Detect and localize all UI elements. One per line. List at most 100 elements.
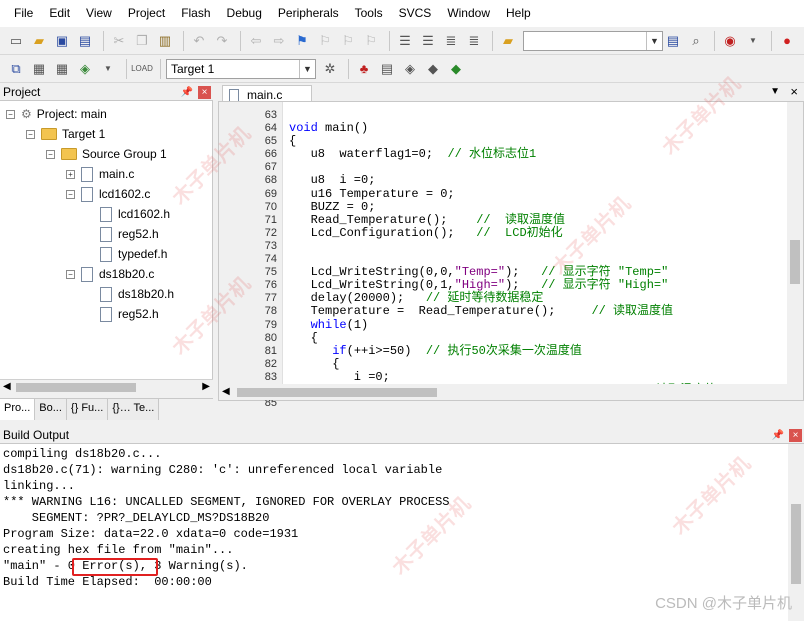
undo-icon[interactable]: ↶ [189, 31, 209, 51]
close-editor-icon[interactable]: × [790, 84, 798, 99]
tree-node[interactable]: − ds18b20.c [66, 265, 154, 283]
menu-item-flash[interactable]: Flash [173, 0, 218, 27]
open-folder-icon[interactable]: ▰ [29, 31, 49, 51]
code-line[interactable]: u8 waterflag1=0; // 水位标志位1 [289, 148, 716, 161]
pin-icon[interactable]: 📌 [181, 84, 193, 101]
target-select[interactable]: Target 1 ▼ [166, 58, 316, 79]
expand-icon[interactable]: + [66, 169, 75, 179]
rebuild-icon[interactable]: ▦ [52, 59, 72, 79]
file-extensions-icon[interactable]: ▤ [377, 59, 397, 79]
code-line[interactable]: if(++i>=50) // 执行50次采集一次温度值 [289, 344, 716, 358]
code-editor[interactable]: 63 64 65 66 67 68 69 70 71 72 73 74 75 76 77 78 79 80 81 82… [218, 101, 804, 409]
incremental-find-icon[interactable]: ▤ [663, 31, 683, 51]
tab-list-dropdown-icon[interactable]: ▼ [770, 86, 780, 97]
tree-node[interactable]: − Source Group 1 [46, 145, 167, 163]
menu-item-view[interactable]: View [78, 0, 120, 27]
copy-icon[interactable]: ❐ [132, 31, 152, 51]
editor-hscrollbar[interactable]: ◀ [219, 384, 787, 400]
code-line[interactable]: u8 i =0; [289, 174, 716, 187]
clear-bookmarks-icon[interactable]: ⚐ [361, 31, 381, 51]
tree-node[interactable]: lcd1602.h [100, 205, 170, 223]
tab-books[interactable]: Bo... [35, 399, 67, 420]
collapse-icon[interactable]: − [6, 109, 15, 119]
pack-installer-icon[interactable]: ◈ [400, 59, 420, 79]
nav-forward-icon[interactable]: ⇨ [269, 31, 289, 51]
menu-item-help[interactable]: Help [498, 0, 539, 27]
menu-item-svcs[interactable]: SVCS [391, 0, 440, 27]
paste-icon[interactable]: ▥ [155, 31, 175, 51]
scroll-left-icon[interactable]: ◀ [222, 386, 230, 397]
scroll-right-icon[interactable]: ▶ [202, 381, 210, 392]
save-all-icon[interactable]: ▤ [75, 31, 95, 51]
project-hscrollbar[interactable]: ◀ ▶ [0, 379, 213, 395]
menu-item-window[interactable]: Window [439, 0, 498, 27]
menu-item-file[interactable]: File [6, 0, 41, 27]
tab-project[interactable]: Pro... [0, 399, 36, 420]
tab-templates[interactable]: {}… Te... [108, 399, 160, 420]
tree-node[interactable]: reg52.h [100, 225, 159, 243]
scroll-thumb[interactable] [790, 240, 800, 284]
manage-components-icon[interactable]: ♣ [354, 59, 374, 79]
code-line[interactable]: Temperature = Read_Temperature(); // 读取温… [289, 305, 716, 318]
tree-node[interactable]: + main.c [66, 165, 134, 183]
redo-icon[interactable]: ↷ [212, 31, 232, 51]
code-line[interactable]: void main() [289, 121, 716, 135]
code-line[interactable] [289, 240, 716, 253]
select-packs-icon[interactable]: ◆ [423, 59, 443, 79]
collapse-icon[interactable]: − [46, 149, 55, 159]
code-line[interactable]: u16 Temperature = 0; [289, 187, 716, 201]
cut-icon[interactable]: ✂ [109, 31, 129, 51]
comment-icon[interactable]: ≣ [441, 31, 461, 51]
unindent-icon[interactable]: ☰ [418, 31, 438, 51]
close-icon[interactable]: × [198, 86, 211, 99]
download-icon[interactable]: LOAD [131, 59, 153, 79]
tree-node[interactable]: − Target 1 [26, 125, 105, 143]
translate-icon[interactable]: ⧉ [6, 59, 26, 79]
menu-item-debug[interactable]: Debug [219, 0, 270, 27]
collapse-icon[interactable]: − [66, 189, 75, 199]
scroll-thumb[interactable] [237, 388, 437, 397]
chevron-down-icon[interactable]: ▼ [299, 59, 315, 78]
prev-bookmark-icon[interactable]: ⚐ [315, 31, 335, 51]
bookmark-icon[interactable]: ⚑ [292, 31, 312, 51]
scroll-thumb[interactable] [791, 504, 801, 584]
save-icon[interactable]: ▣ [52, 31, 72, 51]
batch-build-icon[interactable]: ◈ [75, 59, 95, 79]
next-bookmark-icon[interactable]: ⚐ [338, 31, 358, 51]
build-icon[interactable]: ▦ [29, 59, 49, 79]
target-options-icon[interactable]: ✲ [320, 59, 340, 79]
code-line[interactable]: Lcd_Configuration(); // LCD初始化 [289, 226, 716, 240]
editor-vscrollbar[interactable] [787, 102, 803, 400]
collapse-icon[interactable]: − [66, 269, 75, 279]
find-icon[interactable]: ⌕ [686, 31, 706, 51]
menu-item-project[interactable]: Project [120, 0, 173, 27]
stop-build-icon[interactable]: ▼ [98, 59, 118, 79]
pin-icon[interactable]: 📌 [772, 427, 784, 444]
menu-item-tools[interactable]: Tools [347, 0, 391, 27]
breakpoint-icon[interactable]: ● [777, 31, 797, 51]
tab-functions[interactable]: {} Fu... [66, 399, 109, 420]
run-time-env-icon[interactable]: ◆ [446, 59, 466, 79]
menu-item-peripherals[interactable]: Peripherals [270, 0, 347, 27]
scroll-left-icon[interactable]: ◀ [3, 381, 11, 392]
indent-icon[interactable]: ☰ [395, 31, 415, 51]
tree-node[interactable]: typedef.h [100, 245, 167, 263]
uncomment-icon[interactable]: ≣ [464, 31, 484, 51]
collapse-icon[interactable]: − [26, 129, 35, 139]
chevron-down-icon[interactable]: ▼ [646, 31, 662, 50]
tree-node[interactable]: ds18b20.h [100, 285, 174, 303]
tree-node[interactable]: − ⚙ Project: main [6, 105, 107, 123]
find-in-files-icon[interactable]: ▰ [498, 31, 518, 51]
code-text[interactable]: void main(){ u8 waterflag1=0; // 水位标志位1 … [289, 109, 716, 410]
tree-node[interactable]: − lcd1602.c [66, 185, 150, 203]
debug-dropdown-icon[interactable]: ▼ [743, 31, 763, 51]
find-combo[interactable]: ▼ [523, 30, 663, 51]
new-file-icon[interactable]: ▭ [6, 31, 26, 51]
tree-node[interactable]: reg52.h [100, 305, 159, 323]
code-line[interactable]: { [289, 357, 716, 371]
close-icon[interactable]: × [789, 429, 802, 442]
nav-back-icon[interactable]: ⇦ [246, 31, 266, 51]
menu-item-edit[interactable]: Edit [41, 0, 78, 27]
scroll-thumb[interactable] [16, 383, 136, 392]
debug-session-icon[interactable]: ◉ [720, 31, 740, 51]
